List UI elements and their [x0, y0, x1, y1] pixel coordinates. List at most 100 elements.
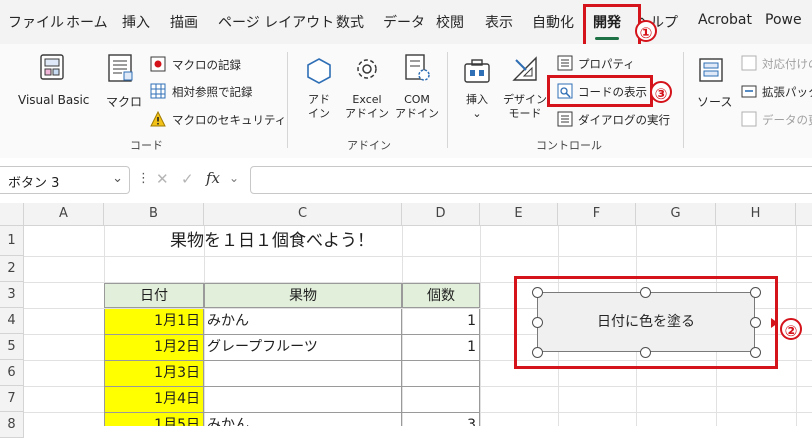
- header-count-cell[interactable]: 個数: [402, 283, 480, 308]
- date-cell[interactable]: 1月5日: [104, 413, 204, 426]
- date-cell[interactable]: 1月1日: [104, 309, 204, 335]
- record-macro-button[interactable]: マクロの記録: [172, 57, 241, 73]
- column-header-e[interactable]: E: [480, 203, 558, 225]
- column-header-i[interactable]: [796, 203, 812, 225]
- column-header-h[interactable]: H: [716, 203, 796, 225]
- date-cell[interactable]: 1月2日: [104, 335, 204, 361]
- row-header-6[interactable]: 6: [0, 360, 24, 386]
- excel-addins-label-1: Excel: [352, 93, 382, 106]
- row-header-1[interactable]: 1: [0, 226, 24, 256]
- row-header-8[interactable]: 8: [0, 412, 24, 438]
- properties-button[interactable]: プロパティ: [578, 56, 635, 72]
- name-box[interactable]: ボタン 3 ⌄: [0, 166, 130, 194]
- design-mode-label-1: デザイン: [503, 93, 547, 106]
- visual-basic-icon: [38, 52, 66, 82]
- fruit-cell[interactable]: [204, 387, 402, 413]
- date-cell[interactable]: 1月4日: [104, 387, 204, 413]
- fruit-cell[interactable]: みかん: [204, 413, 402, 426]
- tab-acrobat[interactable]: Acrobat: [698, 12, 752, 28]
- com-addins-label-1: COM: [404, 93, 430, 106]
- resize-handle[interactable]: [750, 317, 761, 328]
- resize-handle[interactable]: [640, 287, 651, 298]
- formula-input[interactable]: [250, 166, 812, 194]
- resize-handle[interactable]: [532, 347, 543, 358]
- tab-view[interactable]: 表示: [485, 12, 513, 32]
- row-header-5[interactable]: 5: [0, 334, 24, 360]
- fruit-cell[interactable]: みかん: [204, 309, 402, 335]
- count-cell[interactable]: 1: [402, 309, 480, 335]
- tab-file[interactable]: ファイル: [8, 12, 64, 32]
- column-header-d[interactable]: D: [402, 203, 480, 225]
- header-date-cell[interactable]: 日付: [104, 283, 204, 308]
- count-cell[interactable]: 3: [402, 413, 480, 426]
- warning-icon: [150, 110, 166, 127]
- resize-handle[interactable]: [640, 347, 651, 358]
- insert-control-button[interactable]: 挿入 ⌄: [462, 93, 492, 121]
- run-dialog-icon: [557, 111, 573, 127]
- tab-data[interactable]: データ: [383, 12, 425, 32]
- ribbon-separator: [287, 52, 288, 148]
- enter-icon[interactable]: ✓: [181, 170, 194, 188]
- visual-basic-button[interactable]: Visual Basic: [18, 93, 89, 107]
- tab-insert[interactable]: 挿入: [122, 12, 150, 32]
- tab-review[interactable]: 校閲: [436, 12, 464, 32]
- column-header-f[interactable]: F: [558, 203, 636, 225]
- tab-page-layout[interactable]: ページ レイアウト: [218, 12, 334, 32]
- insert-function-button[interactable]: fx: [206, 169, 220, 187]
- count-cell[interactable]: [402, 387, 480, 413]
- fruit-cell[interactable]: [204, 361, 402, 387]
- tab-power[interactable]: Powe: [765, 12, 802, 28]
- header-fruit-cell[interactable]: 果物: [204, 283, 402, 308]
- column-header-a[interactable]: A: [24, 203, 104, 225]
- macro-security-button[interactable]: マクロのセキュリティ: [172, 112, 286, 128]
- design-mode-button[interactable]: デザイン モード: [502, 93, 548, 121]
- column-header-b[interactable]: B: [104, 203, 204, 225]
- resize-handle[interactable]: [750, 347, 761, 358]
- row-header-4[interactable]: 4: [0, 308, 24, 334]
- row-header-7[interactable]: 7: [0, 386, 24, 412]
- more-options-icon[interactable]: ⋮: [137, 171, 150, 186]
- count-cell[interactable]: [402, 361, 480, 387]
- fruit-cell[interactable]: グレープフルーツ: [204, 335, 402, 361]
- xml-source-icon: [697, 56, 725, 84]
- select-all-corner[interactable]: [0, 203, 24, 225]
- chevron-down-icon[interactable]: ⌄: [112, 171, 123, 186]
- color-dates-button[interactable]: 日付に色を塗る: [537, 292, 755, 352]
- tab-home[interactable]: ホーム: [66, 12, 108, 32]
- com-addins-button[interactable]: COM アドイン: [394, 93, 440, 121]
- resize-handle[interactable]: [750, 287, 761, 298]
- xml-source-button[interactable]: ソース: [697, 93, 732, 110]
- count-cell[interactable]: 1: [402, 335, 480, 361]
- excel-addins-button[interactable]: Excel アドイン: [344, 93, 390, 121]
- arrow-pointer-icon: [771, 318, 778, 328]
- macro-button[interactable]: マクロ: [106, 93, 142, 110]
- run-dialog-button[interactable]: ダイアログの実行: [578, 112, 670, 128]
- relative-reference-button[interactable]: 相対参照で記録: [172, 84, 253, 100]
- date-cell[interactable]: 1月3日: [104, 361, 204, 387]
- expansion-pack-button[interactable]: 拡張パック: [762, 84, 812, 100]
- ribbon-separator: [683, 52, 684, 148]
- refresh-data-icon: [741, 111, 757, 127]
- cancel-icon[interactable]: ✕: [156, 170, 169, 188]
- column-header-c[interactable]: C: [204, 203, 402, 225]
- resize-handle[interactable]: [532, 317, 543, 328]
- com-addins-icon: [402, 52, 432, 84]
- sheet-title-cell[interactable]: 果物を１日１個食べよう！: [170, 229, 374, 254]
- group-label-code: コード: [130, 139, 163, 152]
- column-header-g[interactable]: G: [636, 203, 716, 225]
- resize-handle[interactable]: [532, 287, 543, 298]
- callout-box-developer-tab: [583, 4, 641, 48]
- callout-badge-1: ①: [635, 20, 657, 42]
- addins-button[interactable]: アド イン: [303, 93, 335, 121]
- record-macro-icon: [150, 56, 166, 72]
- addins-icon: [304, 56, 334, 86]
- row-header-2[interactable]: 2: [0, 256, 24, 282]
- row-header-3[interactable]: 3: [0, 282, 24, 308]
- tab-automate[interactable]: 自動化: [532, 12, 574, 32]
- chevron-down-icon[interactable]: ⌄: [229, 171, 239, 185]
- tab-draw[interactable]: 描画: [170, 12, 198, 32]
- refresh-data-button[interactable]: データの更: [762, 112, 812, 128]
- map-properties-button[interactable]: 対応付けの: [762, 56, 812, 72]
- chevron-down-icon: ⌄: [472, 107, 482, 120]
- tab-formulas[interactable]: 数式: [336, 12, 364, 32]
